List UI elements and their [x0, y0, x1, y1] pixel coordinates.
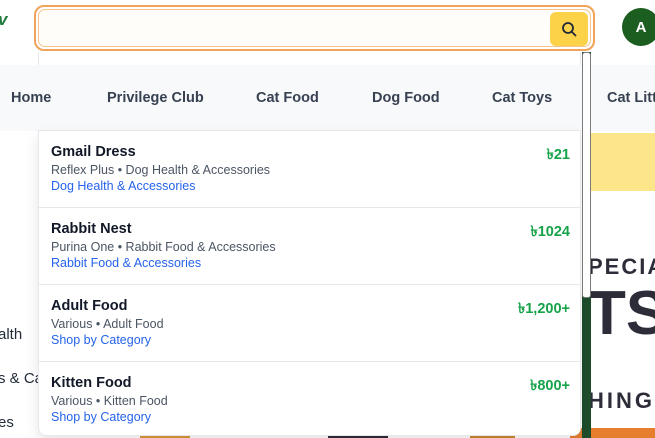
nav-item-privilege-club[interactable]: Privilege Club [107, 90, 204, 106]
suggestion-row[interactable]: Gmail Dress Reflex Plus • Dog Health & A… [39, 131, 580, 208]
search-suggestions-dropdown: Gmail Dress Reflex Plus • Dog Health & A… [38, 130, 581, 436]
nav-item-home[interactable]: Home [11, 90, 51, 106]
suggestion-category[interactable]: Shop by Category [51, 410, 151, 424]
suggestion-meta: Various • Adult Food [51, 317, 164, 331]
sidebar-item-accessories[interactable]: s & Ca [0, 370, 43, 387]
sidebar-item-more[interactable]: es [0, 414, 14, 431]
dropdown-top [38, 52, 581, 65]
suggestion-meta: Reflex Plus • Dog Health & Accessories [51, 163, 271, 177]
suggestion-category[interactable]: Rabbit Food & Accessories [51, 256, 201, 270]
nav-item-cat-litter[interactable]: Cat Litter [607, 90, 655, 106]
main-nav: Home Privilege Club Cat Food Dog Food Ca… [0, 65, 655, 131]
suggestion-price: ৳21 [546, 147, 570, 163]
suggestion-name: Adult Food [51, 298, 128, 314]
suggestion-row[interactable]: Kitten Food Various • Kitten Food Shop b… [39, 362, 580, 435]
suggestion-price: ৳800+ [530, 378, 570, 394]
promo-banner-strip [590, 133, 655, 191]
nav-item-dog-food[interactable]: Dog Food [372, 90, 440, 106]
suggestion-name: Gmail Dress [51, 144, 136, 160]
suggestion-category[interactable]: Dog Health & Accessories [51, 179, 196, 193]
search-icon [562, 22, 577, 37]
nav-item-cat-toys[interactable]: Cat Toys [492, 90, 552, 106]
suggestion-price: ৳1024 [530, 224, 570, 240]
dropdown-scrollbar[interactable] [582, 52, 591, 298]
sidebar-item-health[interactable]: alth [0, 326, 22, 343]
suggestion-category[interactable]: Shop by Category [51, 333, 151, 347]
logo[interactable]: v [0, 10, 7, 30]
suggestion-price: ৳1,200+ [518, 301, 570, 317]
search-button[interactable] [550, 12, 588, 46]
promo-text-special: PECIA [588, 254, 655, 279]
user-avatar[interactable]: A [622, 8, 655, 46]
search-field-frame [38, 9, 591, 47]
suggestion-row[interactable]: Rabbit Nest Purina One • Rabbit Food & A… [39, 208, 580, 285]
suggestion-meta: Purina One • Rabbit Food & Accessories [51, 240, 276, 254]
suggestion-name: Kitten Food [51, 375, 132, 391]
suggestion-name: Rabbit Nest [51, 221, 132, 237]
search-input[interactable] [47, 14, 527, 42]
suggestion-meta: Various • Kitten Food [51, 394, 168, 408]
promo-text-thing: HING [588, 388, 655, 413]
promo-text-large: TS [588, 279, 655, 348]
search-box [34, 5, 595, 51]
suggestion-row[interactable]: Adult Food Various • Adult Food Shop by … [39, 285, 580, 362]
nav-item-cat-food[interactable]: Cat Food [256, 90, 319, 106]
